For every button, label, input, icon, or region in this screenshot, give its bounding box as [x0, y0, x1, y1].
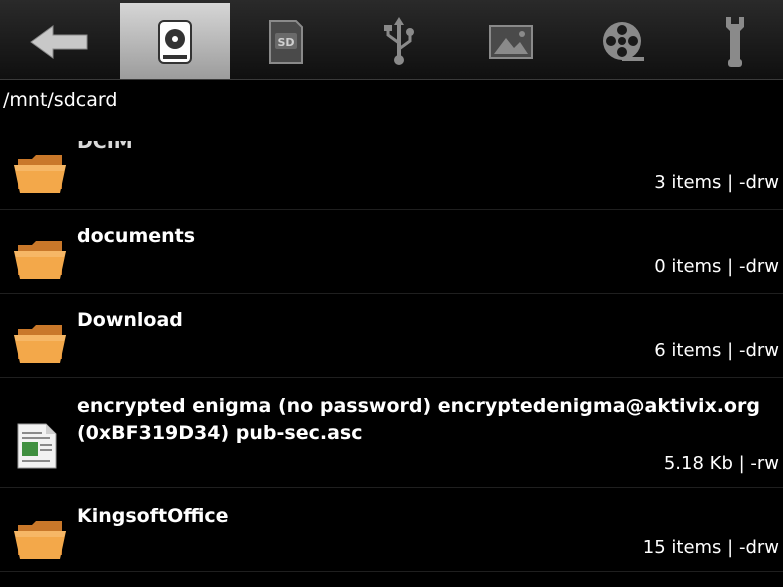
video-reel-icon — [603, 21, 644, 61]
folder-icon — [14, 325, 66, 363]
file-list[interactable]: DCIM 3 items | -drw documents 0 items | … — [0, 119, 783, 587]
usb-icon — [384, 16, 414, 65]
sd-card-button[interactable]: SD — [231, 3, 341, 80]
file-name-line-1: encrypted enigma (no password) encrypted… — [77, 395, 760, 417]
toolbar: SD — [0, 0, 783, 80]
file-name: KingsoftOffice — [77, 505, 229, 527]
file-name: DCIM — [77, 141, 133, 153]
file-meta: 6 items | -drw — [654, 340, 779, 361]
back-arrow-icon — [30, 24, 88, 59]
pictures-button[interactable] — [456, 3, 566, 80]
internal-storage-icon — [158, 19, 192, 64]
file-meta: 15 items | -drw — [642, 537, 779, 558]
settings-button[interactable] — [680, 3, 783, 80]
usb-button[interactable] — [344, 3, 454, 80]
list-item-download[interactable]: Download 6 items | -drw — [0, 294, 783, 378]
internal-storage-button[interactable] — [120, 3, 230, 80]
list-item-encrypted-file[interactable]: encrypted enigma (no password) encrypted… — [0, 378, 783, 488]
folder-icon — [14, 155, 66, 193]
file-name: documents — [77, 225, 196, 247]
pictures-icon — [489, 24, 533, 59]
file-meta: 5.18 Kb | -rw — [663, 453, 779, 474]
path-bar: /mnt/sdcard — [0, 81, 783, 119]
wrench-icon — [726, 16, 744, 67]
video-button[interactable] — [568, 3, 678, 80]
list-item-dcim[interactable]: DCIM 3 items | -drw — [0, 119, 783, 210]
sd-card-icon: SD — [269, 19, 303, 64]
document-file-icon — [17, 423, 57, 469]
file-name: Download — [77, 309, 183, 331]
list-item-kingsoftoffice[interactable]: KingsoftOffice 15 items | -drw — [0, 488, 783, 572]
current-path: /mnt/sdcard — [3, 89, 118, 111]
list-item-documents[interactable]: documents 0 items | -drw — [0, 210, 783, 294]
back-button[interactable] — [4, 3, 114, 80]
file-name-line-2: (0xBF319D34) pub-sec.asc — [77, 422, 363, 444]
file-meta: 0 items | -drw — [654, 256, 779, 277]
folder-icon — [14, 241, 66, 279]
sd-card-label: SD — [277, 36, 294, 49]
folder-icon — [14, 521, 66, 559]
file-meta: 3 items | -drw — [654, 172, 779, 193]
